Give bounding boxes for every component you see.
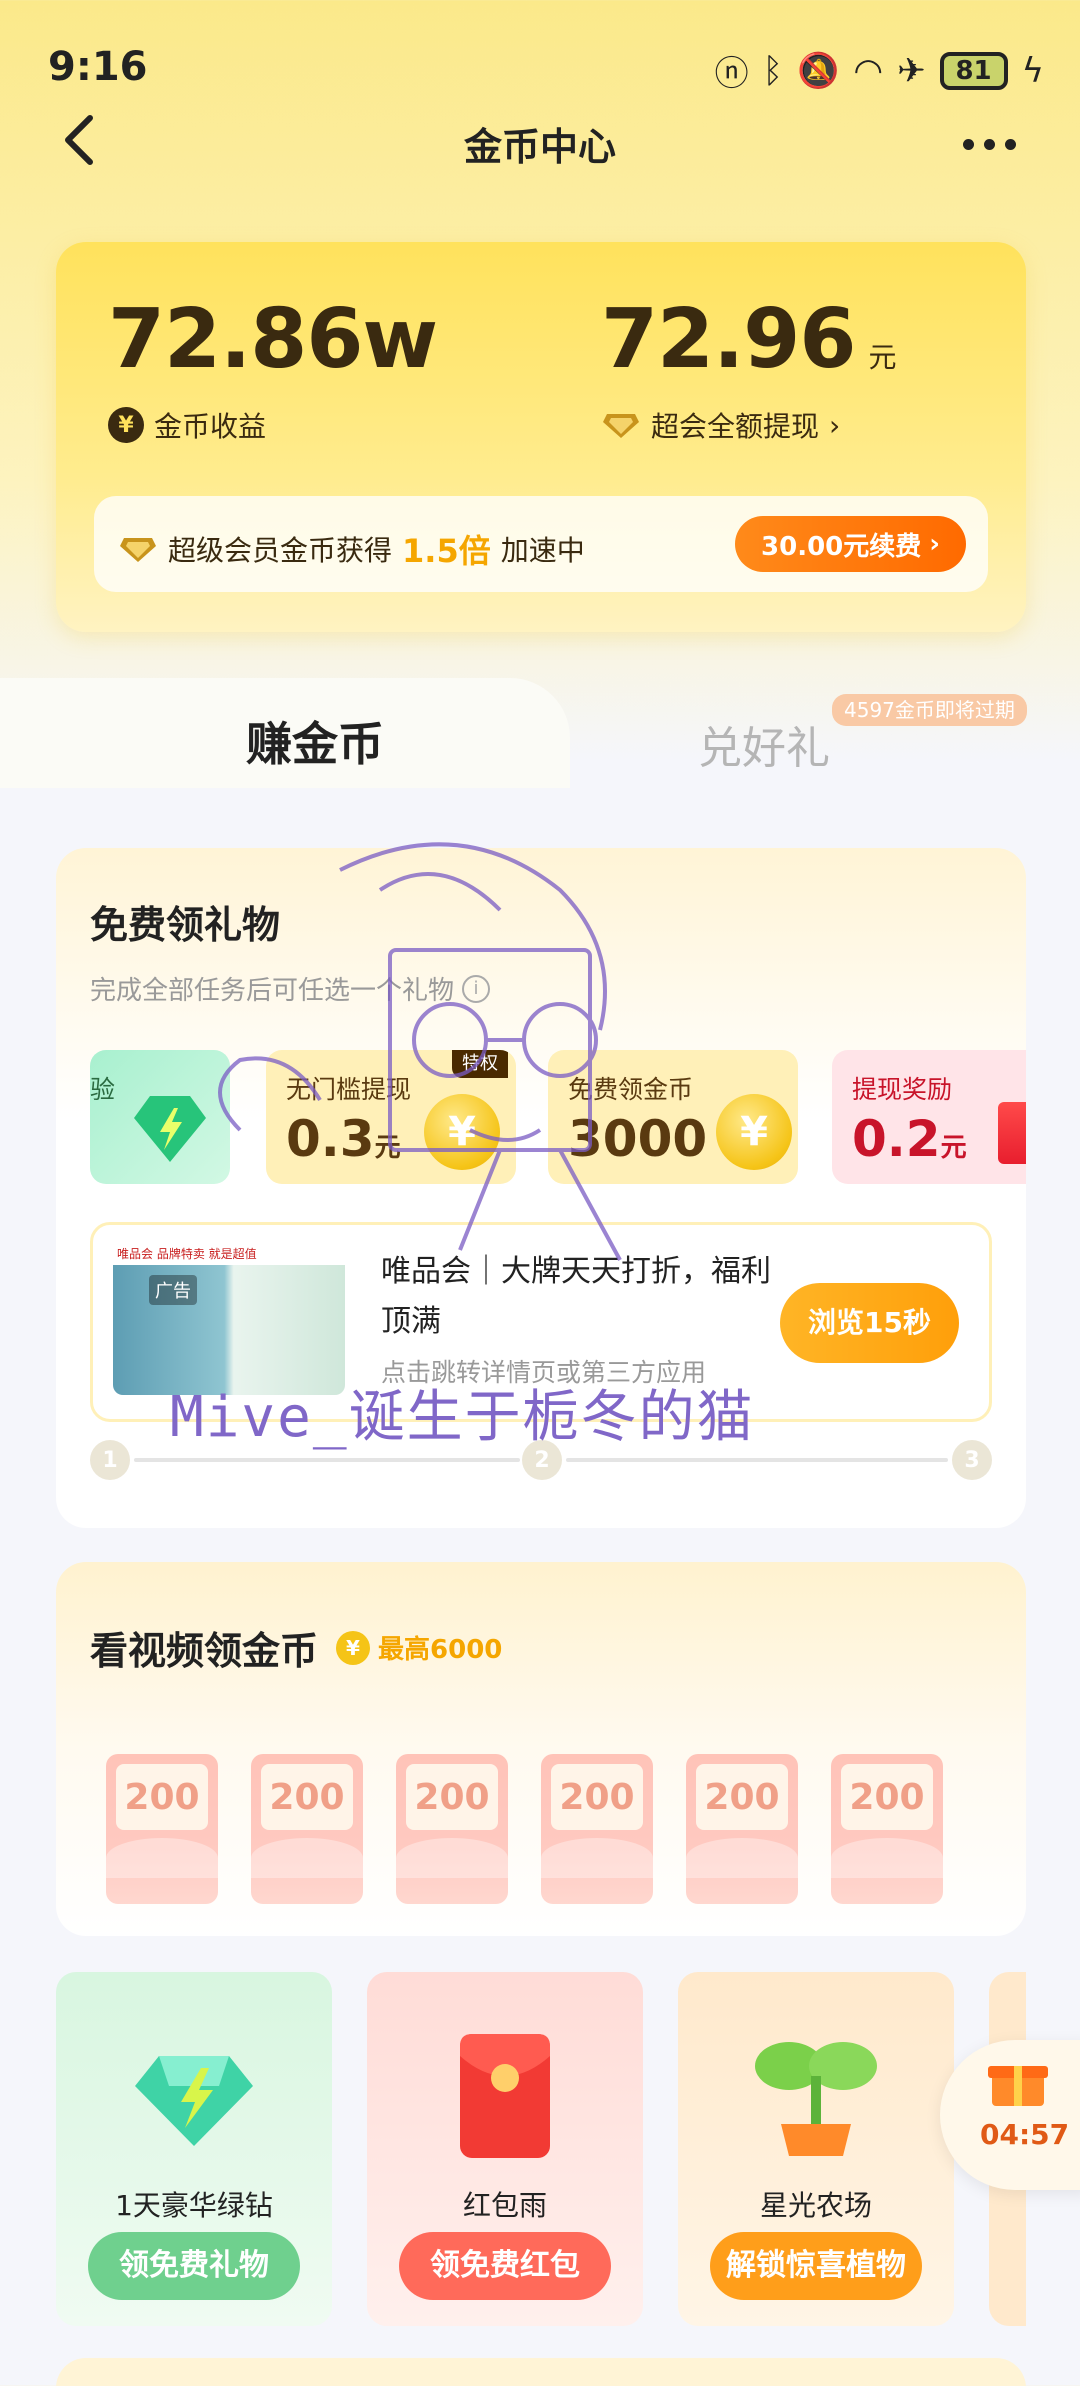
sprout-icon <box>755 2042 877 2156</box>
vip-diamond-icon <box>601 410 641 440</box>
renew-button-label: 30.00元续费 <box>761 531 922 562</box>
countdown-timer: 04:57 <box>980 2118 1070 2151</box>
chevron-right-icon: › <box>829 408 841 442</box>
airplane-icon: ✈ <box>897 50 926 91</box>
floating-gift-timer[interactable]: 04:57 <box>940 2040 1080 2190</box>
expire-badge: 4597金币即将过期 <box>832 694 1027 726</box>
feature-name: 1天豪华绿钻 <box>115 2189 273 2222</box>
coin-income-label: 金币收益 <box>154 410 267 443</box>
video-reward-envelope[interactable]: 200 <box>106 1754 218 1904</box>
more-dot <box>1004 138 1016 150</box>
feature-red-packet-rain[interactable]: 红包雨 领免费红包 <box>367 1972 643 2326</box>
tab-bar: 赚金币 兑好礼 4597金币即将过期 <box>0 678 1080 788</box>
gift-tile-label: 提现奖励 <box>852 1075 953 1104</box>
gift-value-number: 0.2 <box>852 1110 941 1168</box>
gift-tile-value: 0.2元 <box>852 1110 967 1168</box>
cash-withdraw-label: 超会全额提现 <box>651 410 820 443</box>
video-reward-envelope[interactable]: 200 <box>831 1754 943 1904</box>
video-section-title: 看视频领金币 <box>90 1629 319 1673</box>
wifi-icon: ◠ <box>853 50 884 91</box>
feature-button[interactable]: 解锁惊喜植物 <box>710 2232 922 2300</box>
feature-green-diamond[interactable]: 1天豪华绿钻 领免费礼物 <box>56 1972 332 2326</box>
feature-name: 红包雨 <box>462 2189 547 2222</box>
battery-icon: 81 <box>939 51 1008 90</box>
bluetooth-icon: ᛒ <box>762 50 784 91</box>
tab-earn-coins[interactable]: 赚金币 <box>246 708 384 774</box>
vip-text-suffix: 加速中 <box>500 534 585 567</box>
page-title: 金币中心 <box>463 125 616 169</box>
gift-tile-withdraw-reward[interactable]: 提现奖励 0.2元 <box>832 1050 1026 1184</box>
cash-unit: 元 <box>868 341 897 374</box>
vip-diamond-icon <box>118 534 158 564</box>
vip-speedup-bar: 超级会员金币获得 1.5倍 加速中 30.00元续费 › <box>94 496 988 592</box>
chevron-right-icon: › <box>929 529 940 559</box>
mute-icon: 🔕 <box>797 50 840 91</box>
nav-bar: 金币中心 <box>0 100 1080 190</box>
reward-amount: 200 <box>841 1764 933 1830</box>
progress-step: 3 <box>952 1440 992 1480</box>
feature-button[interactable]: 领免费红包 <box>399 2232 611 2300</box>
cash-withdraw-stat[interactable]: 72.96 元 超会全额提现 › <box>601 292 896 445</box>
feature-button[interactable]: 领免费礼物 <box>88 2232 300 2300</box>
video-reward-envelope[interactable]: 200 <box>251 1754 363 1904</box>
progress-step: 1 <box>90 1440 130 1480</box>
gift-value-unit: 元 <box>940 1133 967 1163</box>
red-envelope-icon <box>998 1102 1026 1164</box>
next-section-peek <box>56 2358 1026 2386</box>
status-icons: ⓝ ᛒ 🔕 ◠ ✈ 81 ϟ <box>715 46 1044 95</box>
feature-star-farm[interactable]: 星光农场 解锁惊喜植物 <box>678 1972 954 2326</box>
reward-amount: 200 <box>406 1764 498 1830</box>
watermark-text: Mive_诞生于栀冬的猫 <box>170 1385 755 1450</box>
tab-redeem-gifts[interactable]: 兑好礼 <box>698 712 830 776</box>
gift-tile-label: 验 <box>90 1075 116 1104</box>
gift-box-icon <box>988 2066 1048 2106</box>
coin-income-stat[interactable]: 72.86w ¥ 金币收益 <box>108 292 438 445</box>
video-reward-envelope[interactable]: 200 <box>396 1754 508 1904</box>
green-diamond-icon <box>134 1096 206 1162</box>
more-dot <box>983 138 995 150</box>
battery-level: 81 <box>955 55 992 86</box>
progress-line <box>134 1458 520 1462</box>
more-dot <box>962 138 974 150</box>
ad-tag: 广告 <box>149 1275 197 1305</box>
feature-tiles-row[interactable]: 1天豪华绿钻 领免费礼物 红包雨 领免费红包 星光农场 解锁惊喜植物 <box>56 1972 1026 2326</box>
vip-multiplier: 1.5倍 <box>402 532 491 570</box>
reward-amount: 200 <box>116 1764 208 1830</box>
video-reward-envelope[interactable]: 200 <box>686 1754 798 1904</box>
nfc-icon: ⓝ <box>714 54 749 94</box>
yen-coin-icon: ¥ <box>108 407 144 443</box>
watch-video-section: 看视频领金币 ¥ 最高6000 200 200 200 200 200 200 <box>56 1562 1026 1936</box>
cash-value: 72.96 <box>601 292 856 387</box>
coin-income-value: 72.86w <box>108 292 438 387</box>
yen-coin-icon: ¥ <box>336 1630 371 1665</box>
video-reward-list: 200 200 200 200 200 200 <box>106 1754 943 1904</box>
more-button[interactable] <box>954 124 1024 164</box>
charging-icon: ϟ <box>1021 50 1044 91</box>
browse-button[interactable]: 浏览15秒 <box>780 1283 959 1363</box>
vip-text-prefix: 超级会员金币获得 <box>168 534 393 567</box>
feature-name: 星光农场 <box>759 2189 872 2222</box>
video-reward-envelope[interactable]: 200 <box>541 1754 653 1904</box>
coin-summary-card: 72.86w ¥ 金币收益 72.96 元 超会全额提现 › 超级会员金币获得 … <box>56 242 1026 632</box>
renew-button[interactable]: 30.00元续费 › <box>735 516 966 572</box>
status-time: 9:16 <box>48 44 148 90</box>
reward-amount: 200 <box>261 1764 353 1830</box>
red-envelope-icon <box>460 2034 550 2158</box>
reward-amount: 200 <box>551 1764 643 1830</box>
max-reward-badge: ¥ 最高6000 <box>336 1629 502 1666</box>
watermark-doodle <box>218 842 622 1261</box>
green-diamond-icon <box>135 2056 253 2146</box>
max-reward-label: 最高6000 <box>378 1635 503 1665</box>
progress-line <box>566 1458 948 1462</box>
reward-amount: 200 <box>696 1764 788 1830</box>
